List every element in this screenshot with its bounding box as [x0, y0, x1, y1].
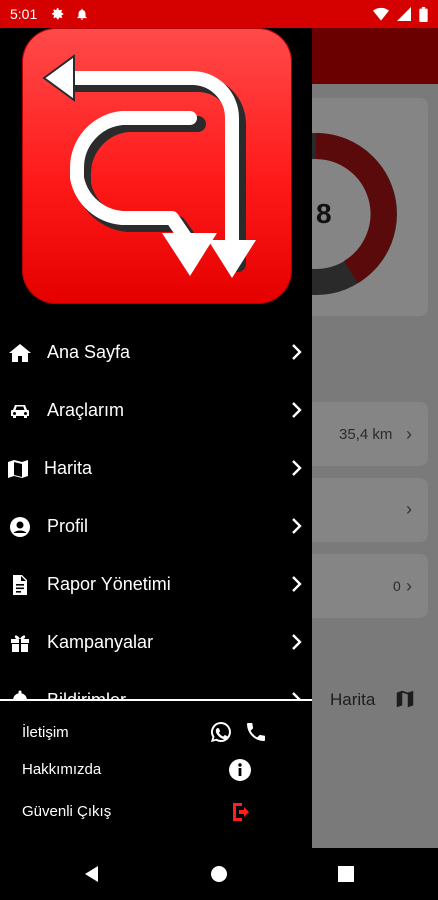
- chevron-right-icon: [292, 634, 302, 650]
- gift-icon: [11, 635, 29, 652]
- drawer-menu: Ana Sayfa Araçlarım Harita Profil Rapor …: [0, 324, 312, 730]
- phone-icon[interactable]: [244, 720, 268, 744]
- battery-icon: [419, 6, 428, 22]
- background-chevron-icon: ›: [406, 424, 412, 444]
- menu-item-label: Kampanyalar: [47, 632, 154, 652]
- menu-item-label: Harita: [44, 458, 93, 478]
- settings-icon: [52, 8, 64, 20]
- drawer-divider: [0, 699, 312, 701]
- chevron-right-icon: [292, 576, 302, 592]
- navigation-drawer: Ana Sayfa Araçlarım Harita Profil Rapor …: [0, 28, 312, 848]
- contact-label: İletişim: [22, 724, 69, 741]
- document-icon: [13, 575, 27, 595]
- chevron-right-icon: [292, 344, 302, 360]
- background-count-value: 0: [393, 578, 401, 594]
- background-app-content[interactable]: 8 35,4 km › › 0 › Harita: [312, 28, 438, 848]
- car-icon: [11, 405, 29, 418]
- logout-label[interactable]: Güvenli Çıkış: [22, 803, 111, 820]
- chevron-right-icon: [292, 518, 302, 534]
- signal-icon: [397, 7, 411, 21]
- menu-item-ana-sayfa[interactable]: Ana Sayfa: [0, 324, 312, 382]
- background-map-icon: [396, 690, 414, 708]
- menu-item-label: Ana Sayfa: [47, 342, 131, 362]
- menu-item-label: Araçlarım: [47, 400, 125, 420]
- background-chevron-icon: ›: [406, 499, 412, 519]
- background-chevron-icon: ›: [406, 576, 412, 596]
- status-bar: 5:01: [0, 0, 438, 28]
- menu-item-harita[interactable]: Harita: [0, 440, 312, 498]
- background-map-label: Harita: [330, 690, 376, 709]
- background-app-bar: [312, 28, 438, 84]
- notification-bell-icon: [77, 8, 87, 20]
- menu-item-kampanyalar[interactable]: Kampanyalar: [0, 614, 312, 672]
- wifi-icon: [373, 7, 389, 21]
- about-label[interactable]: Hakkımızda: [22, 761, 101, 778]
- whatsapp-icon[interactable]: [209, 720, 233, 744]
- menu-item-label: Rapor Yönetimi: [47, 574, 171, 594]
- app-logo-arrows-icon: [42, 54, 256, 278]
- home-button-icon[interactable]: [209, 864, 229, 884]
- background-distance-value: 35,4 km: [339, 426, 393, 443]
- home-icon: [9, 344, 31, 362]
- background-donut-value: 8: [316, 198, 332, 229]
- menu-item-label: Profil: [47, 516, 89, 536]
- chevron-right-icon: [292, 402, 302, 418]
- info-icon[interactable]: [228, 758, 252, 782]
- status-time: 5:01: [10, 6, 38, 22]
- user-circle-icon: [10, 517, 30, 537]
- menu-item-rapor-yonetimi[interactable]: Rapor Yönetimi: [0, 556, 312, 614]
- chevron-right-icon: [292, 460, 302, 476]
- back-icon[interactable]: [82, 864, 102, 884]
- menu-item-profil[interactable]: Profil: [0, 498, 312, 556]
- app-logo: [22, 28, 292, 304]
- map-icon: [8, 460, 28, 478]
- logout-icon[interactable]: [230, 800, 254, 824]
- menu-item-araclarim[interactable]: Araçlarım: [0, 382, 312, 440]
- system-nav-bar: [0, 848, 438, 900]
- recents-icon[interactable]: [336, 864, 356, 884]
- status-right-icons: [373, 6, 428, 22]
